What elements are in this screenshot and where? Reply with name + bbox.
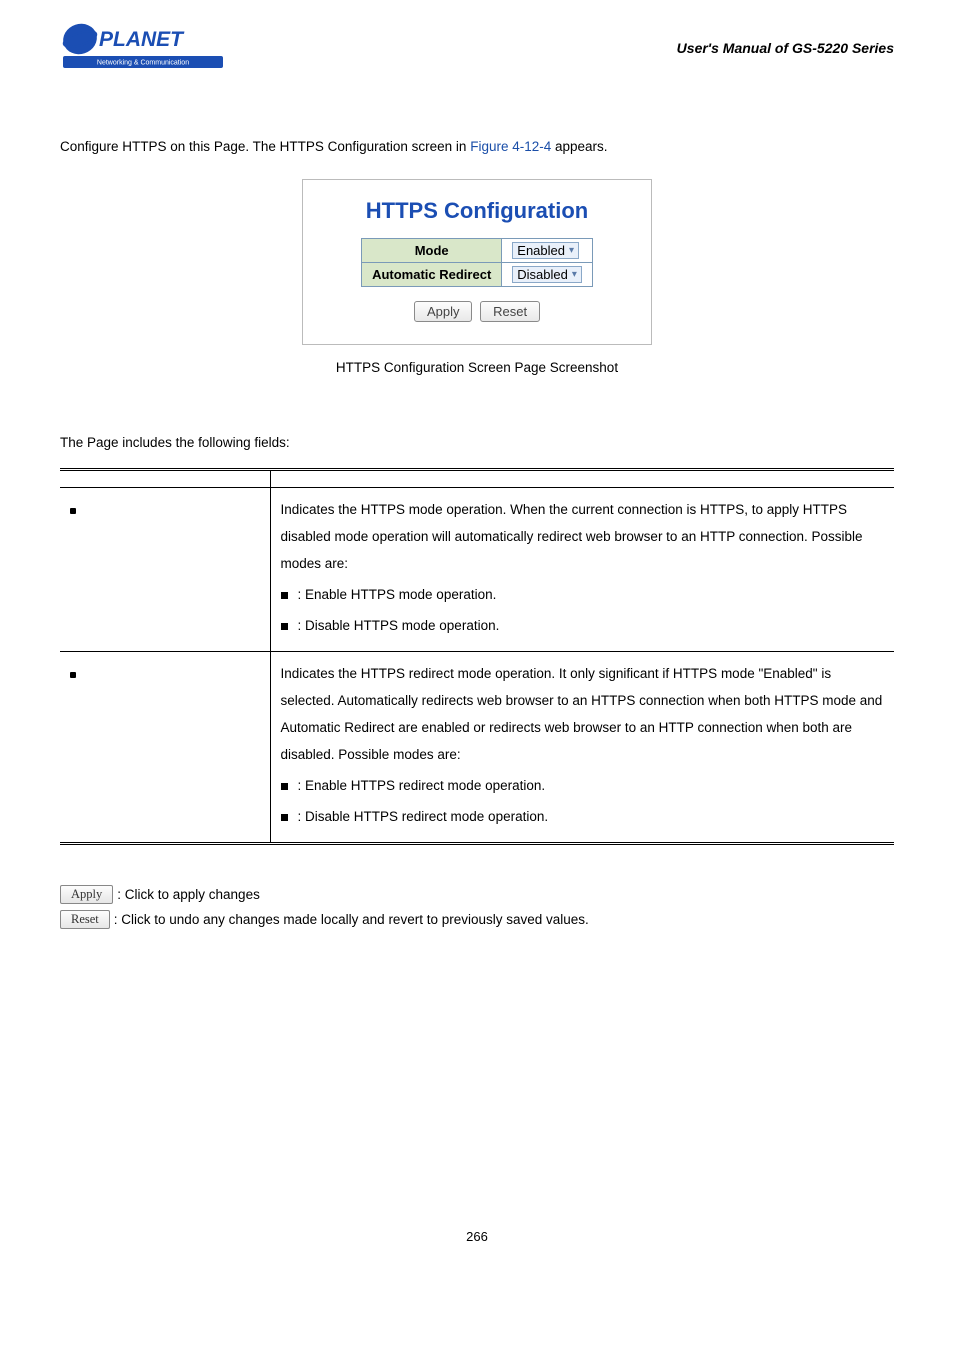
- apply-desc-line: Apply : Click to apply changes: [60, 885, 894, 904]
- planet-logo: PLANET Networking & Communication: [60, 20, 230, 75]
- config-value-mode: Enabled ▾: [502, 239, 593, 263]
- list-item: : Enable HTTPS redirect mode operation.: [281, 772, 885, 799]
- opt-text: : Enable HTTPS mode operation.: [298, 587, 497, 602]
- fields-table: Indicates the HTTPS mode operation. When…: [60, 468, 894, 845]
- config-value-redirect: Disabled ▾: [502, 263, 593, 287]
- opt-text: : Disable HTTPS mode operation.: [298, 618, 500, 633]
- row2-desc: Indicates the HTTPS redirect mode operat…: [270, 652, 894, 844]
- config-table: Mode Enabled ▾ Automatic Redirect Disabl…: [361, 238, 593, 287]
- svg-text:Networking & Communication: Networking & Communication: [97, 60, 189, 67]
- config-title: HTTPS Configuration: [325, 198, 629, 224]
- row1-desc-text: Indicates the HTTPS mode operation. When…: [281, 502, 863, 571]
- figure-ref: Figure 4-12-4: [470, 139, 551, 154]
- apply-desc: : Click to apply changes: [117, 887, 260, 902]
- reset-desc-line: Reset : Click to undo any changes made l…: [60, 910, 894, 929]
- bullet-icon: [70, 672, 76, 678]
- opt-text: : Disable HTTPS redirect mode operation.: [298, 809, 549, 824]
- config-row-redirect: Automatic Redirect Disabled ▾: [362, 263, 593, 287]
- redirect-dropdown-value: Disabled: [517, 267, 568, 282]
- square-bullet-icon: [281, 623, 288, 630]
- table-row: Indicates the HTTPS mode operation. When…: [60, 488, 894, 652]
- list-item: : Disable HTTPS redirect mode operation.: [281, 803, 885, 830]
- apply-button-image: Apply: [60, 885, 113, 904]
- row2-object: [60, 652, 270, 844]
- intro-pre: Configure HTTPS on this Page. The HTTPS …: [60, 139, 470, 154]
- svg-text:PLANET: PLANET: [99, 28, 185, 51]
- manual-title: User's Manual of GS-5220 Series: [677, 40, 894, 56]
- reset-desc: : Click to undo any changes made locally…: [114, 912, 589, 927]
- config-label-mode: Mode: [362, 239, 502, 263]
- screenshot-caption: HTTPS Configuration Screen Page Screensh…: [60, 360, 894, 375]
- mode-dropdown[interactable]: Enabled ▾: [512, 242, 579, 259]
- table-row: Indicates the HTTPS redirect mode operat…: [60, 652, 894, 844]
- list-item: : Disable HTTPS mode operation.: [281, 612, 885, 639]
- col-description: [270, 470, 894, 488]
- square-bullet-icon: [281, 814, 288, 821]
- reset-button[interactable]: Reset: [480, 301, 540, 322]
- bullet-icon: [70, 508, 76, 514]
- row1-desc: Indicates the HTTPS mode operation. When…: [270, 488, 894, 652]
- mode-dropdown-value: Enabled: [517, 243, 565, 258]
- apply-button[interactable]: Apply: [414, 301, 473, 322]
- row1-object: [60, 488, 270, 652]
- square-bullet-icon: [281, 783, 288, 790]
- opt-text: : Enable HTTPS redirect mode operation.: [298, 778, 546, 793]
- config-label-redirect: Automatic Redirect: [362, 263, 502, 287]
- fields-intro: The Page includes the following fields:: [60, 435, 894, 450]
- config-buttons: Apply Reset: [325, 301, 629, 322]
- row2-desc-text: Indicates the HTTPS redirect mode operat…: [281, 666, 883, 762]
- list-item: : Enable HTTPS mode operation.: [281, 581, 885, 608]
- fields-header-row: [60, 470, 894, 488]
- config-row-mode: Mode Enabled ▾: [362, 239, 593, 263]
- square-bullet-icon: [281, 592, 288, 599]
- intro-post: appears.: [551, 139, 607, 154]
- buttons-section: Apply : Click to apply changes Reset : C…: [60, 885, 894, 929]
- row1-options: : Enable HTTPS mode operation. : Disable…: [281, 581, 885, 639]
- reset-button-image: Reset: [60, 910, 110, 929]
- col-object: [60, 470, 270, 488]
- https-config-screenshot: HTTPS Configuration Mode Enabled ▾ Autom…: [302, 179, 652, 345]
- row2-options: : Enable HTTPS redirect mode operation. …: [281, 772, 885, 830]
- chevron-down-icon: ▾: [569, 245, 574, 256]
- intro-text: Configure HTTPS on this Page. The HTTPS …: [60, 135, 894, 159]
- page-header: PLANET Networking & Communication User's…: [60, 20, 894, 75]
- redirect-dropdown[interactable]: Disabled ▾: [512, 266, 582, 283]
- page-number: 266: [60, 1229, 894, 1244]
- chevron-down-icon: ▾: [572, 269, 577, 280]
